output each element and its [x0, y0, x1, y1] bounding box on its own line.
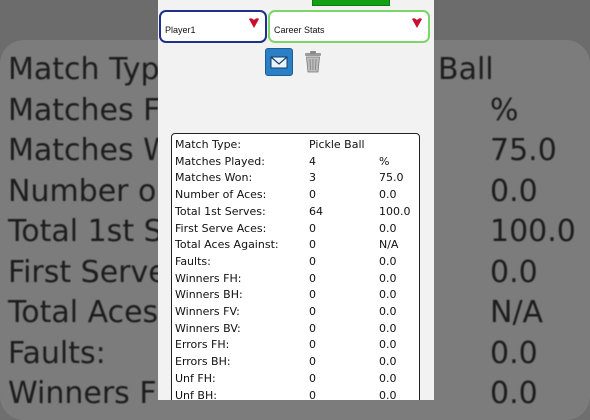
stats-panel: Match Type: Pickle Ball Matches Played: 4%…	[171, 133, 420, 400]
stat-row: Total 1st Serves: 64 100.0	[175, 204, 411, 218]
dropdown-arrow-icon	[249, 18, 259, 28]
stat-row: Unf FH: 0 0.0	[175, 371, 397, 385]
phone-screen: Player1 Career Stats Match Type: Pickle B…	[158, 0, 434, 400]
stat-row: Errors BH: 0 0.0	[175, 355, 397, 369]
mail-icon	[270, 56, 288, 69]
green-tab[interactable]	[312, 0, 390, 6]
stat-row: Number of Aces: 0 0.0	[175, 188, 397, 202]
stats-select-value: Career Stats	[274, 25, 325, 35]
stat-row: Errors FH: 0 0.0	[175, 338, 397, 352]
stat-row: Match Type: Pickle Ball	[175, 138, 365, 151]
stat-row: Winners FH: 0 0.0	[175, 271, 397, 285]
trash-icon	[305, 51, 321, 73]
stat-row: First Serve Aces: 0 0.0	[175, 221, 397, 235]
stat-row: Total Aces Against: 0 N/A	[175, 238, 399, 252]
delete-button[interactable]	[300, 48, 326, 74]
stat-row: Matches Played: 4%	[175, 154, 390, 168]
player-select-value: Player1	[165, 25, 196, 35]
mail-button[interactable]	[265, 48, 293, 76]
stat-row: Matches Won: 3 75.0	[175, 171, 404, 185]
stat-row: Unf BH: 0 0.0	[175, 388, 397, 401]
top-strip	[158, 0, 434, 6]
stat-row: Winners FV: 0 0.0	[175, 305, 397, 318]
stats-select[interactable]: Career Stats	[268, 10, 430, 43]
player-select[interactable]: Player1	[159, 10, 267, 43]
stat-row: Winners BH: 0 0.0	[175, 288, 397, 302]
stat-row: Faults: 0 0.0	[175, 254, 397, 268]
dropdown-arrow-icon	[412, 18, 422, 28]
stat-row: Winners BV: 0 0.0	[175, 321, 397, 335]
